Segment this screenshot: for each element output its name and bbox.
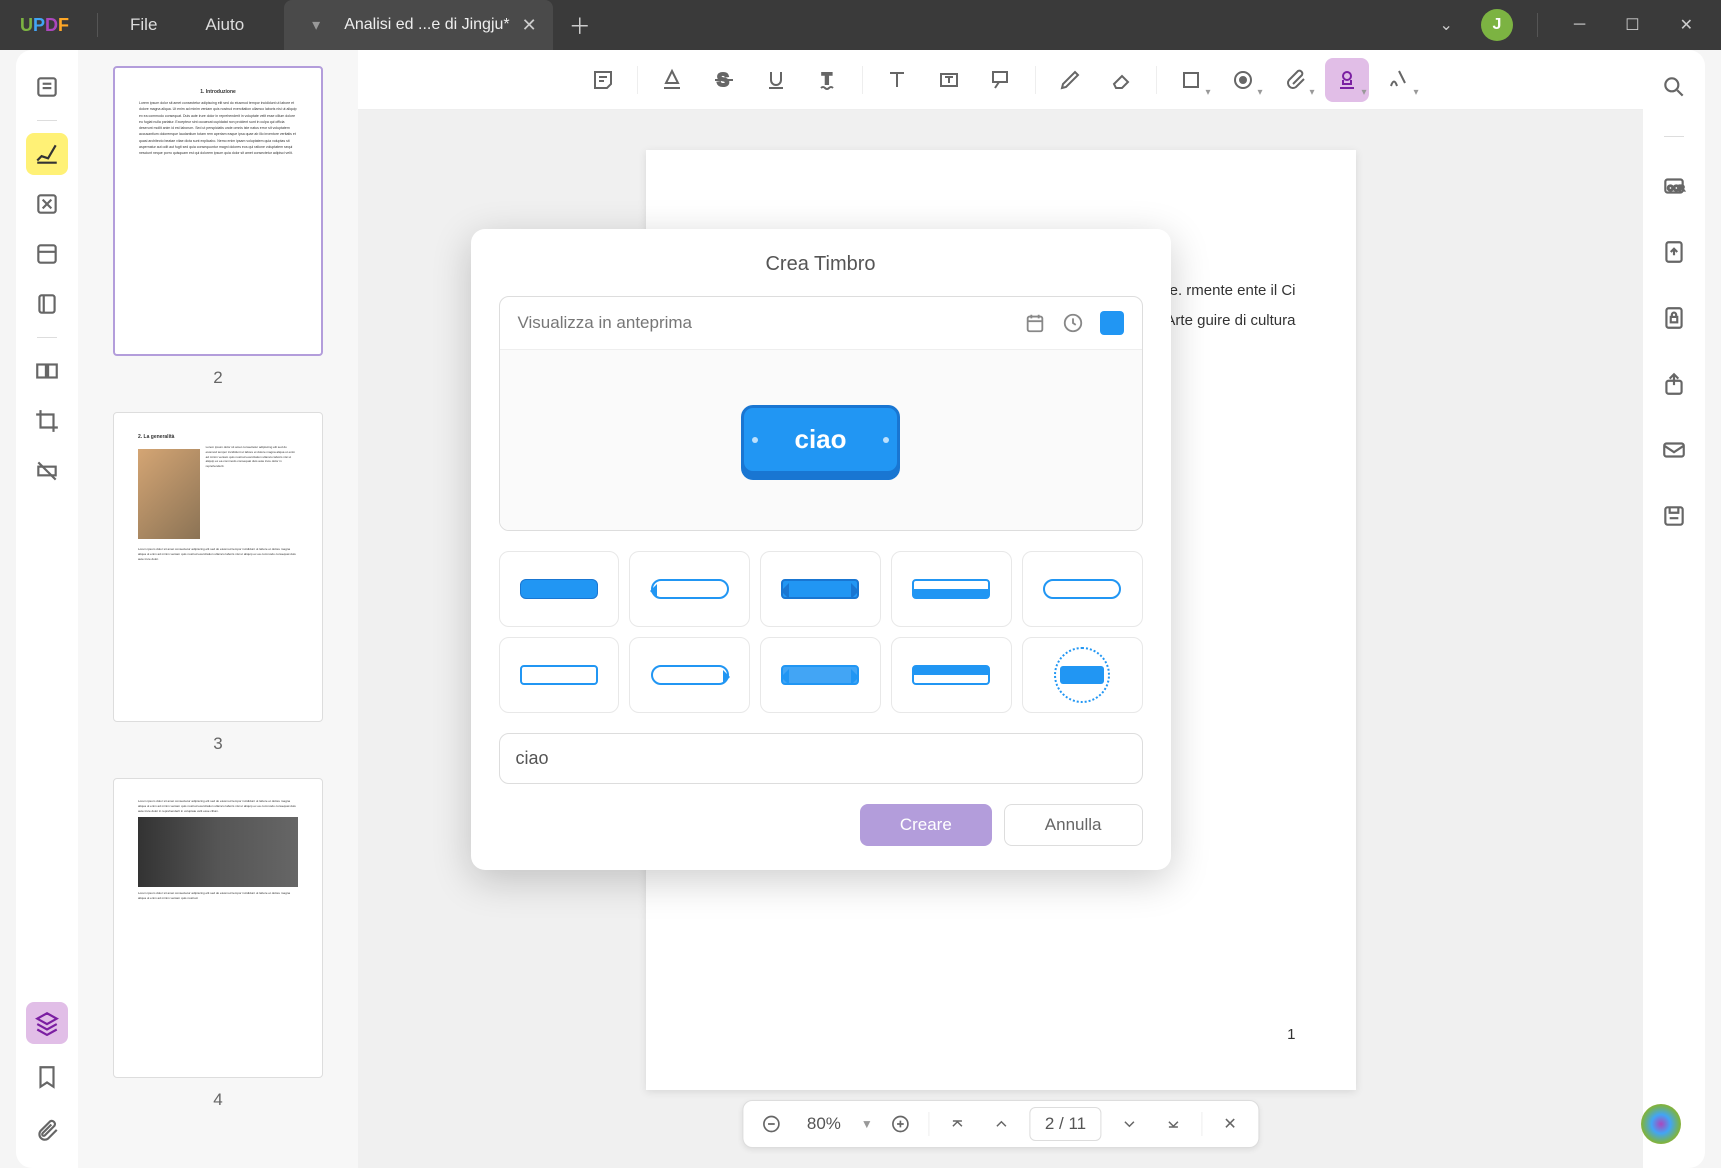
convert-icon[interactable]	[1653, 231, 1695, 273]
text-tool-icon[interactable]	[875, 58, 919, 102]
pencil-tool-icon[interactable]	[1048, 58, 1092, 102]
titlebar: UPDF File Aiuto ▾ Analisi ed ...e di Jin…	[0, 0, 1721, 50]
close-zoom-button[interactable]: ✕	[1214, 1108, 1246, 1140]
left-toolbar	[16, 50, 78, 1168]
tab-close-icon[interactable]: ✕	[522, 15, 537, 36]
close-button[interactable]: ✕	[1668, 7, 1705, 43]
ai-assistant-button[interactable]	[1641, 1104, 1681, 1144]
ocr-icon[interactable]: OCR	[1653, 165, 1695, 207]
crop-tool-icon[interactable]	[26, 400, 68, 442]
highlight-tool-icon[interactable]	[650, 58, 694, 102]
zoom-bar: 80% ▼ 2 / 11 ✕	[742, 1100, 1259, 1148]
stamp-preview: ciao	[741, 405, 899, 474]
time-toggle-icon[interactable]	[1062, 312, 1084, 334]
stamp-shape-10[interactable]	[1022, 637, 1143, 713]
comment-tool-icon[interactable]	[26, 133, 68, 175]
callout-tool-icon[interactable]	[979, 58, 1023, 102]
bookmark-icon[interactable]	[26, 1056, 68, 1098]
menu-file[interactable]: File	[106, 15, 181, 35]
date-toggle-icon[interactable]	[1024, 312, 1046, 334]
stamp-shape-3[interactable]	[760, 551, 881, 627]
stamp-shape-8[interactable]	[760, 637, 881, 713]
protect-icon[interactable]	[1653, 297, 1695, 339]
new-tab-button[interactable]: ＋	[569, 9, 591, 41]
squiggly-tool-icon[interactable]: T	[806, 58, 850, 102]
tab-title: Analisi ed ...e di Jingju*	[344, 16, 509, 34]
minimize-button[interactable]: ─	[1562, 8, 1597, 42]
user-avatar[interactable]: J	[1481, 9, 1513, 41]
page-indicator[interactable]: 2 / 11	[1030, 1107, 1101, 1141]
create-button[interactable]: Creare	[860, 804, 992, 846]
color-picker[interactable]	[1100, 311, 1124, 335]
stamp-shape-1[interactable]	[499, 551, 620, 627]
stamp-shape-6[interactable]	[499, 637, 620, 713]
app-logo: UPDF	[0, 15, 89, 36]
page-number: 1	[1287, 1020, 1295, 1050]
prev-page-button[interactable]	[986, 1108, 1018, 1140]
stamp-shape-5[interactable]	[1022, 551, 1143, 627]
stamp-tool-icon[interactable]	[1325, 58, 1369, 102]
svg-text:T: T	[822, 71, 832, 88]
reader-tool-icon[interactable]	[26, 66, 68, 108]
zoom-out-button[interactable]	[755, 1108, 787, 1140]
next-page-button[interactable]	[1113, 1108, 1145, 1140]
thumbnail-page-2[interactable]: 1. Introduzione Lorem ipsum dolor sit am…	[113, 66, 323, 356]
save-icon[interactable]	[1653, 495, 1695, 537]
chevron-down-icon[interactable]: ⌄	[1428, 7, 1465, 43]
annotation-toolbar: S T	[358, 50, 1643, 110]
email-icon[interactable]	[1653, 429, 1695, 471]
form-tool-icon[interactable]	[26, 283, 68, 325]
stamp-shape-9[interactable]	[891, 637, 1012, 713]
search-icon[interactable]	[1653, 66, 1695, 108]
textbox-tool-icon[interactable]	[927, 58, 971, 102]
thumbnail-page-4[interactable]: Lorem ipsum dolor sit amet consectetur a…	[113, 778, 323, 1078]
shape-tool-icon[interactable]	[1169, 58, 1213, 102]
strikethrough-tool-icon[interactable]: S	[702, 58, 746, 102]
underline-tool-icon[interactable]	[754, 58, 798, 102]
preview-label: Visualizza in anteprima	[518, 313, 693, 333]
page-tool-icon[interactable]	[26, 233, 68, 275]
svg-text:OCR: OCR	[1668, 183, 1685, 192]
cancel-button[interactable]: Annulla	[1004, 804, 1143, 846]
signature-tool-icon[interactable]	[1377, 58, 1421, 102]
dialog-title: Crea Timbro	[499, 253, 1143, 276]
share-icon[interactable]	[1653, 363, 1695, 405]
create-stamp-dialog: Crea Timbro Visualizza in anteprima ciao	[471, 229, 1171, 870]
note-tool-icon[interactable]	[581, 58, 625, 102]
attach-tool-icon[interactable]	[1273, 58, 1317, 102]
thumbnail-label: 2	[213, 368, 222, 388]
stamp-shape-4[interactable]	[891, 551, 1012, 627]
edit-tool-icon[interactable]	[26, 183, 68, 225]
zoom-in-button[interactable]	[885, 1108, 917, 1140]
stamp-shape-2[interactable]	[629, 551, 750, 627]
maximize-button[interactable]: ☐	[1613, 7, 1651, 43]
thumbnails-panel-icon[interactable]	[26, 1002, 68, 1044]
eraser-tool-icon[interactable]	[1100, 58, 1144, 102]
stamp-shape-7[interactable]	[629, 637, 750, 713]
stamp-text-input[interactable]	[499, 733, 1143, 784]
redact-tool-icon[interactable]	[26, 450, 68, 492]
zoom-dropdown-icon[interactable]: ▼	[861, 1117, 873, 1131]
thumbnails-panel: 1. Introduzione Lorem ipsum dolor sit am…	[78, 50, 358, 1168]
thumbnail-label: 3	[213, 734, 222, 754]
organize-tool-icon[interactable]	[26, 350, 68, 392]
stamp-shape-grid	[499, 551, 1143, 713]
zoom-level: 80%	[799, 1114, 849, 1134]
tab-dropdown-icon[interactable]: ▾	[300, 15, 332, 35]
first-page-button[interactable]	[942, 1108, 974, 1140]
attachment-icon[interactable]	[26, 1110, 68, 1152]
thumbnail-label: 4	[213, 1090, 222, 1110]
last-page-button[interactable]	[1157, 1108, 1189, 1140]
document-tab[interactable]: ▾ Analisi ed ...e di Jingju* ✕	[284, 0, 553, 50]
thumbnail-page-3[interactable]: 2. La generalità Lorem ipsum dolor sit a…	[113, 412, 323, 722]
right-toolbar: OCR	[1643, 50, 1705, 1168]
sticker-tool-icon[interactable]	[1221, 58, 1265, 102]
menu-help[interactable]: Aiuto	[181, 15, 268, 35]
